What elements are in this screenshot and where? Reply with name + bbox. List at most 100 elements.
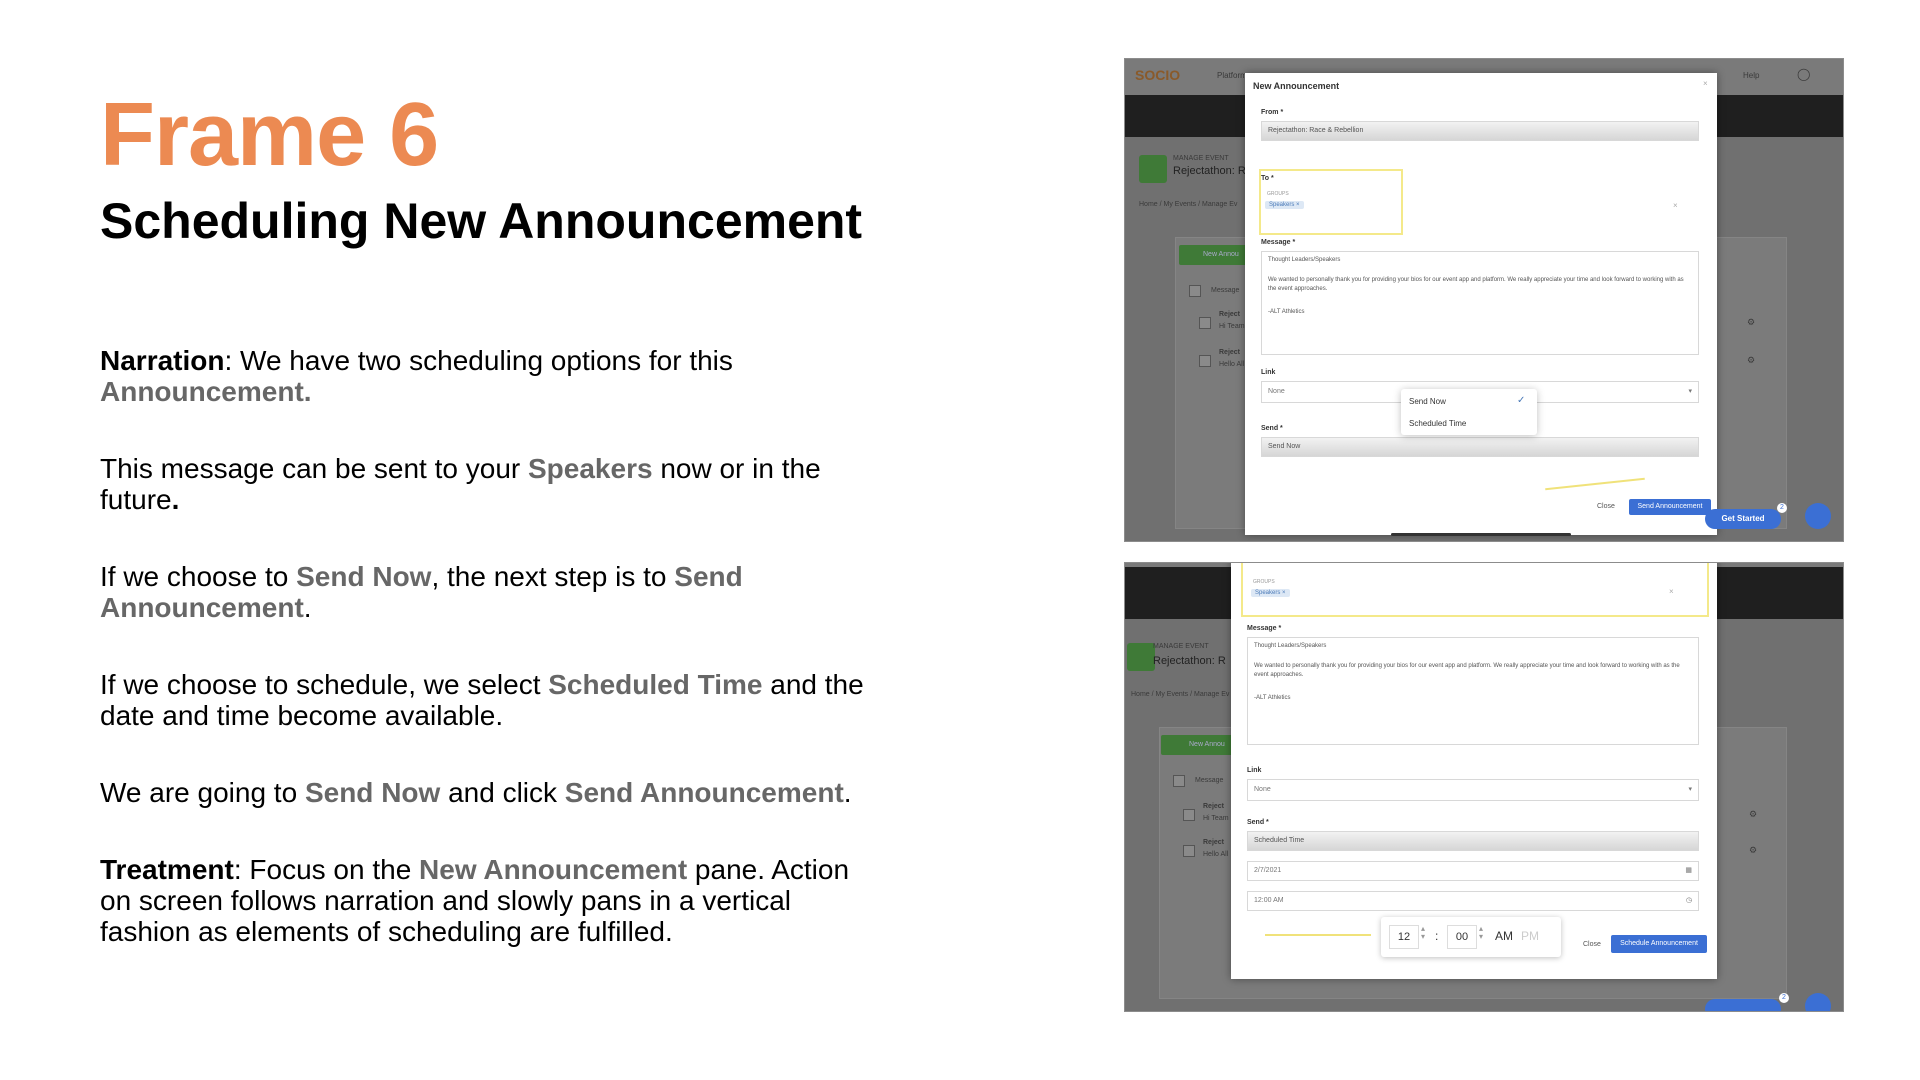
narration-label: Narration — [100, 345, 225, 376]
highlight-text: Send Announcement — [564, 777, 844, 808]
link-label: Link — [1261, 369, 1276, 376]
clear-icon[interactable]: × — [1673, 201, 1678, 210]
minute-input[interactable]: 00 — [1447, 925, 1477, 949]
to-highlight-box — [1241, 563, 1709, 617]
row-subtitle: Hello All — [1219, 361, 1245, 368]
select-all-checkbox[interactable] — [1189, 285, 1201, 297]
link-select[interactable]: None ▾ — [1247, 779, 1699, 801]
row-checkbox[interactable] — [1183, 809, 1195, 821]
annotation-arrow — [1545, 477, 1645, 491]
help-menu[interactable]: Help — [1743, 71, 1759, 80]
gear-icon[interactable]: ⚙ — [1747, 355, 1755, 366]
get-started-button[interactable]: Get Started — [1705, 509, 1781, 529]
notification-badge: 2 — [1777, 503, 1787, 513]
close-button[interactable]: Close — [1583, 941, 1601, 948]
chat-icon[interactable] — [1805, 993, 1831, 1011]
annotation-arrow — [1265, 934, 1371, 936]
checkmark-icon: ✓ — [1517, 395, 1526, 406]
speakers-tag[interactable]: Speakers × — [1265, 201, 1304, 209]
hour-input[interactable]: 12 — [1389, 925, 1419, 949]
row-checkbox[interactable] — [1183, 845, 1195, 857]
row-subtitle: Hello All — [1203, 851, 1229, 858]
row-checkbox[interactable] — [1199, 355, 1211, 367]
row-subtitle: Hi Team — [1219, 323, 1245, 330]
frame-title: Frame 6 — [100, 85, 439, 185]
breadcrumb[interactable]: Home / My Events / Manage Ev — [1131, 691, 1229, 698]
time-picker-popup: 12 ▴ ▾ : 00 ▴ ▾ AM PM — [1381, 917, 1561, 957]
option-scheduled-time[interactable]: Scheduled Time — [1409, 419, 1466, 428]
close-button[interactable]: Close — [1597, 503, 1615, 510]
message-label: Message * — [1261, 239, 1296, 246]
am-toggle[interactable]: AM — [1495, 929, 1513, 943]
row-title: Reject — [1219, 349, 1241, 356]
message-field[interactable]: Thought Leaders/Speakers We wanted to pe… — [1247, 637, 1699, 745]
gear-icon[interactable]: ⚙ — [1747, 317, 1755, 328]
screenshot-scheduled-time: MANAGE EVENT Rejectathon: R Home / My Ev… — [1124, 562, 1844, 1012]
new-announcement-button[interactable]: New Annou — [1161, 735, 1237, 755]
highlight-text: Scheduled Time — [548, 669, 763, 700]
message-label: Message * — [1247, 625, 1282, 632]
column-message: Message — [1211, 287, 1240, 294]
highlight-text: Speakers — [528, 453, 653, 484]
highlight-text: Send Now — [296, 561, 432, 592]
slide-header: Frame 6 Scheduling New Announcement — [100, 90, 900, 249]
gear-icon[interactable]: ⚙ — [1749, 809, 1757, 820]
row-title: Reject — [1203, 839, 1225, 846]
speakers-tag[interactable]: Speakers × — [1251, 589, 1290, 597]
highlight-text: Announcement. — [100, 376, 312, 407]
event-icon — [1127, 643, 1155, 671]
message-field[interactable]: Thought Leaders/Speakers We wanted to pe… — [1261, 251, 1699, 355]
breadcrumb[interactable]: Home / My Events / Manage Ev — [1139, 201, 1237, 208]
event-title: Rejectathon: R — [1173, 165, 1246, 177]
minute-stepper-icon[interactable]: ▴ ▾ — [1479, 925, 1483, 941]
date-field[interactable]: 2/7/2021 ▦ — [1247, 861, 1699, 881]
send-label: Send * — [1261, 425, 1283, 432]
treatment-paragraph: Treatment: Focus on the New Announcement… — [100, 854, 850, 947]
send-now-paragraph: If we choose to Send Now, the next step … — [100, 561, 743, 623]
row-title: Reject — [1203, 803, 1225, 810]
new-announcement-button[interactable]: New Annou — [1179, 245, 1249, 265]
chevron-down-icon: ▾ — [1688, 388, 1692, 395]
calendar-icon: ▦ — [1685, 867, 1692, 874]
event-icon — [1139, 155, 1167, 183]
row-checkbox[interactable] — [1199, 317, 1211, 329]
row-subtitle: Hi Team — [1203, 815, 1229, 822]
user-avatar-icon[interactable]: ◯ — [1797, 67, 1810, 81]
treatment-label: Treatment — [100, 854, 234, 885]
link-label: Link — [1247, 767, 1262, 774]
send-dropdown-menu: Send Now ✓ Scheduled Time — [1401, 389, 1537, 435]
send-select[interactable]: Send Now — [1261, 437, 1699, 457]
new-announcement-modal: New Announcement × From * Rejectathon: R… — [1245, 73, 1717, 535]
schedule-announcement-button[interactable]: Schedule Announcement — [1611, 935, 1707, 953]
new-announcement-modal: GROUPS Speakers × × Message * Thought Le… — [1231, 563, 1717, 979]
gear-icon[interactable]: ⚙ — [1749, 845, 1757, 856]
chat-icon[interactable] — [1805, 503, 1831, 529]
manage-event-caption: MANAGE EVENT — [1153, 643, 1209, 650]
column-message: Message — [1195, 777, 1224, 784]
action-paragraph: We are going to Send Now and click Send … — [100, 777, 852, 808]
from-field[interactable]: Rejectathon: Race & Rebellion — [1261, 121, 1699, 141]
clock-icon: ◷ — [1685, 897, 1692, 904]
home-indicator — [1391, 533, 1571, 536]
nav-platform[interactable]: Platform — [1217, 71, 1247, 80]
time-separator: : — [1435, 929, 1439, 943]
send-select[interactable]: Scheduled Time — [1247, 831, 1699, 851]
clear-icon[interactable]: × — [1669, 587, 1674, 596]
speakers-paragraph: This message can be sent to your Speaker… — [100, 453, 821, 515]
send-announcement-button[interactable]: Send Announcement — [1629, 499, 1711, 515]
close-icon[interactable]: × — [1703, 79, 1708, 88]
select-all-checkbox[interactable] — [1173, 775, 1185, 787]
pm-toggle[interactable]: PM — [1521, 929, 1539, 943]
option-send-now[interactable]: Send Now — [1409, 397, 1446, 406]
highlight-text: New Announcement — [419, 854, 688, 885]
narration-paragraph: Narration: We have two scheduling option… — [100, 345, 733, 407]
time-field[interactable]: 12:00 AM ◷ — [1247, 891, 1699, 911]
manage-event-caption: MANAGE EVENT — [1173, 155, 1229, 162]
row-title: Reject — [1219, 311, 1241, 318]
schedule-paragraph: If we choose to schedule, we select Sche… — [100, 669, 864, 731]
groups-caption: GROUPS — [1253, 579, 1275, 585]
hour-stepper-icon[interactable]: ▴ ▾ — [1421, 925, 1425, 941]
get-started-button[interactable] — [1705, 999, 1781, 1011]
event-title: Rejectathon: R — [1153, 655, 1226, 667]
chevron-down-icon: ▾ — [1688, 786, 1692, 793]
